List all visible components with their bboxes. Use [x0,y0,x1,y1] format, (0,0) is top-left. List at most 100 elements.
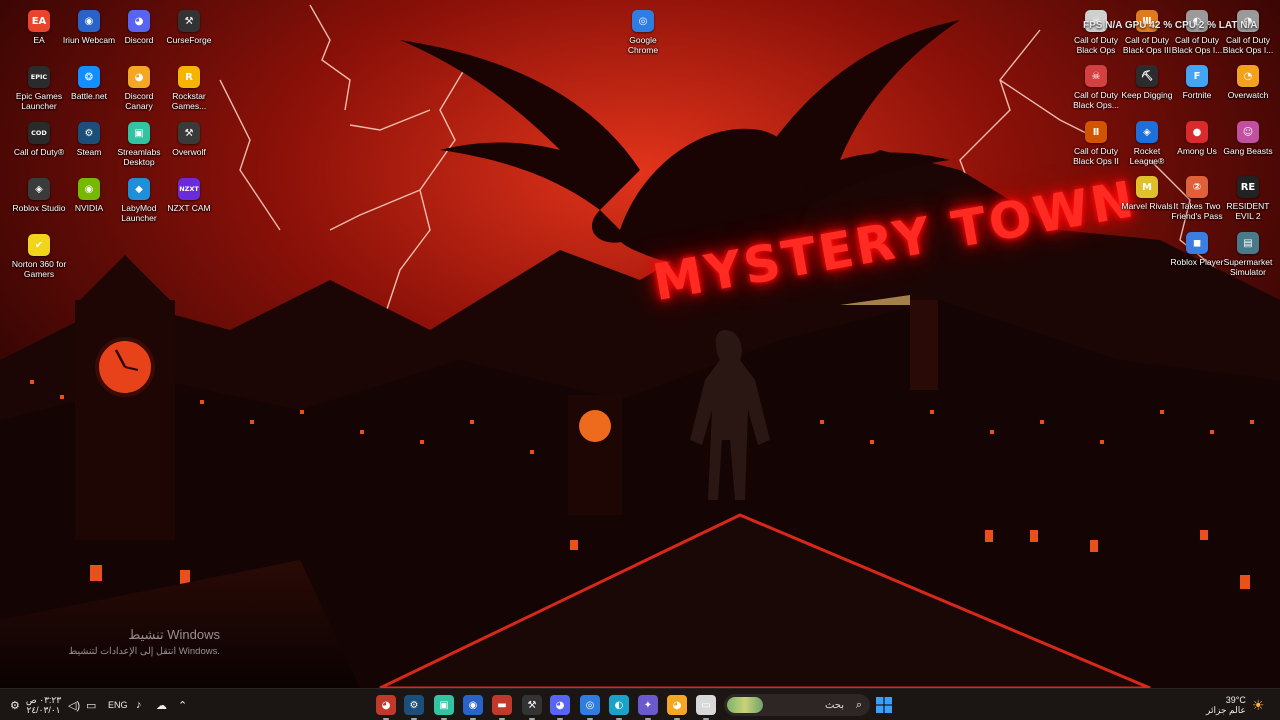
taskbar-app-curseforge[interactable]: ⚒ [522,695,542,720]
desktop-icon-it-takes-two[interactable]: ② It Takes Two Friend's Pass [1168,176,1226,230]
clock-time: ٠٣:٢٣ ص [25,695,62,705]
overwolf-icon: ⚒ [178,122,200,144]
search-icon: ⌕ [855,698,862,711]
marvel-rivals-icon: M [1136,176,1158,198]
desktop-icon-gang-beasts[interactable]: ☺ Gang Beasts [1219,121,1277,175]
taskbar-app-game[interactable]: ▬ [492,695,512,720]
app-game-icon: ▬ [492,695,512,715]
taskbar-app-discord-canary[interactable]: ◕ [667,695,687,720]
weather-text: عالم جزائر [1206,705,1246,715]
desktop-icon-supermarket[interactable]: ▤ Supermarket Simulator [1219,232,1277,286]
app-chrome-icon: ◎ [580,695,600,715]
norton-icon: ✔ [28,234,50,256]
chrome-icon: ◎ [632,10,654,32]
streamlabs-icon: ▣ [128,122,150,144]
desktop-icon-label: NZXT CAM [167,203,211,213]
ea-icon: EA [28,10,50,32]
chevron-up-icon[interactable]: ⌃ [178,695,187,715]
desktop-icon-label: Call of Duty Black Ops [1074,35,1118,55]
epic-icon: EPIC [28,66,50,88]
weather-widget[interactable]: 39°C عالم جزائر ☀ [1206,695,1264,715]
it-takes-two-icon: ② [1186,176,1208,198]
desktop-icon-label: Call of Duty Black Ops I... [1171,35,1223,55]
nvidia-icon: ◉ [78,178,100,200]
taskbar-app-steam[interactable]: ⚙ [404,695,424,720]
overwatch-icon: ◔ [1237,65,1259,87]
roblox-studio-icon: ◈ [28,178,50,200]
resident-evil-icon: RE [1237,176,1259,198]
desktop-icon-label: It Takes Two Friend's Pass [1171,201,1223,221]
nzxt-icon: NZXT [178,178,200,200]
app-1-icon: ◕ [376,695,396,715]
desktop-icon-label: Norton 360 for Gamers [11,259,67,279]
desktop-icon-cod-bo-c[interactable]: ☠ Call of Duty Black Ops... [1067,65,1125,119]
start-button[interactable] [876,695,892,715]
windows-logo-icon [876,697,892,713]
gang-beasts-icon: ☺ [1237,121,1259,143]
taskbar-app-explorer[interactable]: ▭ [696,695,716,720]
desktop-icon-label: Among Us [1177,146,1217,156]
language-indicator[interactable]: ENG [108,695,128,715]
supermarket-icon: ▤ [1237,232,1259,254]
desktop-icon-nzxt[interactable]: NZXT NZXT CAM [160,178,218,232]
cod-bo-c-icon: ☠ [1085,65,1107,87]
search-box[interactable]: بحث ⌕ [724,694,870,716]
desktop-icon-label: Google Chrome [627,35,659,55]
weather-sun-icon: ☀ [1251,696,1265,713]
desktop-icon-label: CurseForge [166,35,212,45]
steam-icon: ⚙ [78,122,100,144]
weather-temp: 39°C [1225,695,1246,705]
microphone-icon[interactable]: ♪ [136,695,142,715]
desktop-icon-label: Call of Duty Black Ops... [1073,90,1119,110]
desktop-icon-label: Call of Duty Black Ops II [1073,146,1119,166]
taskbar: ⚙ ٠٣:٢٣ ص ٢٤/٠٣/٠١ ◁) ▭ ENG ♪ ☁ ⌃ ◕ ⚙ ▣ ◉ ▬ ⚒… [0,688,1280,720]
taskbar-app-copilot[interactable]: ✦ [638,695,658,720]
desktop-icon-resident-evil[interactable]: RE RESIDENT EVIL 2 [1219,176,1277,230]
app-discord-icon: ◕ [550,695,570,715]
app-streamlabs-icon: ▣ [434,695,454,715]
performance-overlay: FPS N/A GPU 42 % CPU 2 % LAT N/A [1083,20,1258,31]
desktop-icon-cod-bo-b[interactable]: ◑ Call of Duty Black Ops I... [1219,10,1277,64]
desktop-icon-label: RESIDENT EVIL 2 [1226,201,1270,221]
desktop-icon-cod-bo-a[interactable]: ◐ Call of Duty Black Ops I... [1168,10,1226,64]
app-discord-canary-icon: ◕ [667,695,687,715]
app-explorer-icon: ▭ [696,695,716,715]
clock[interactable]: ⚙ ٠٣:٢٣ ص ٢٤/٠٣/٠١ [10,695,61,715]
language-label: ENG [108,700,128,710]
app-edge-icon: ◐ [609,695,629,715]
taskbar-app-discord[interactable]: ◕ [550,695,570,720]
desktop-icon-overwolf[interactable]: ⚒ Overwolf [160,122,218,176]
desktop-icon-label: Call of Duty Black Ops I... [1222,35,1274,55]
curseforge-icon: ⚒ [178,10,200,32]
desktop-icon-rockstar[interactable]: R Rockstar Games... [160,66,218,120]
taskbar-app-edge[interactable]: ◐ [609,695,629,720]
keep-digging-icon: ⛏ [1136,65,1158,87]
desktop-icon-roblox-player[interactable]: ◼ Roblox Player [1168,232,1226,286]
cod-bo2-icon: Ⅱ [1085,121,1107,143]
desktop-icon-curseforge[interactable]: ⚒ CurseForge [160,10,218,64]
desktop-icon-overwatch[interactable]: ◔ Overwatch [1219,65,1277,119]
desktop-icon-among-us[interactable]: ● Among Us [1168,121,1226,175]
taskbar-app-chrome[interactable]: ◎ [580,695,600,720]
activation-subtitle: انتقل إلى الإعدادات لتنشيط Windows. [68,646,220,657]
desktop-icon-label: Roblox Player [1170,257,1224,267]
rocket-league-icon: ◈ [1136,121,1158,143]
clock-date: ٢٤/٠٣/٠١ [26,705,61,715]
desktop-icon-chrome[interactable]: ◎ Google Chrome [614,10,672,64]
app-steam-icon: ⚙ [404,695,424,715]
network-icon[interactable]: ▭ [86,695,96,715]
desktop-icon-cod-bo2[interactable]: Ⅱ Call of Duty Black Ops II [1067,121,1125,175]
volume-icon[interactable]: ◁) [68,695,80,715]
desktop-icon-norton[interactable]: ✔ Norton 360 for Gamers [10,234,68,288]
taskbar-app-iriun[interactable]: ◉ [463,695,483,720]
desktop-icon-label: Overwolf [172,147,206,157]
desktop-icon-fortnite[interactable]: F Fortnite [1168,65,1226,119]
notification-icon[interactable]: ⚙ [10,699,20,712]
desktop-icon-label: Overwatch [1227,90,1269,100]
taskbar-app-1[interactable]: ◕ [376,695,396,720]
app-curseforge-icon: ⚒ [522,695,542,715]
desktop-icon-cod-bo[interactable]: ☠ Call of Duty Black Ops [1067,10,1125,64]
taskbar-app-streamlabs[interactable]: ▣ [434,695,454,720]
onedrive-icon[interactable]: ☁ [156,695,167,715]
rockstar-icon: R [178,66,200,88]
